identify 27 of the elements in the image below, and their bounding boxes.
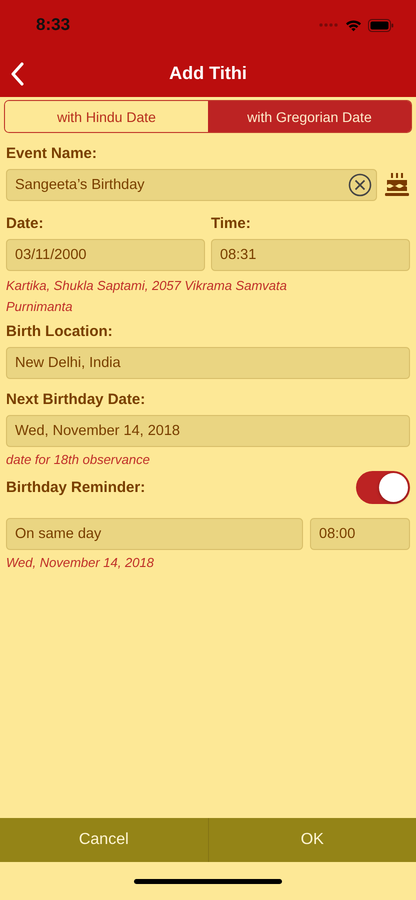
- hindu-date-note: Purnimanta: [6, 298, 74, 316]
- field-label: Birthday Reminder:: [6, 479, 146, 496]
- battery-icon: [368, 18, 394, 32]
- date-field[interactable]: 03/11/2000: [6, 239, 205, 271]
- event-name-field[interactable]: Sangeeta’s Birthday: [6, 169, 377, 201]
- reminder-toggle[interactable]: [356, 471, 410, 504]
- field-label: Birth Location:: [6, 323, 114, 340]
- field-label: Next Birthday Date:: [6, 391, 146, 408]
- reminder-day-field[interactable]: On same day: [6, 518, 303, 550]
- field-label: Time:: [211, 215, 252, 232]
- hindu-date-note: Kartika, Shukla Saptami, 2057 Vikrama Samvata: [6, 277, 288, 295]
- reminder-date-note: Wed, November 14, 2018: [6, 554, 155, 572]
- clear-icon[interactable]: [348, 173, 372, 197]
- wifi-icon: [345, 18, 362, 32]
- back-icon[interactable]: [10, 62, 24, 86]
- screen-title: Add Tithi: [169, 63, 247, 84]
- signal-icon: [319, 22, 339, 28]
- time-field[interactable]: 08:31: [211, 239, 410, 271]
- birth-location-field[interactable]: New Delhi, India: [6, 347, 410, 379]
- next-birthday-field[interactable]: Wed, November 14, 2018: [6, 415, 410, 447]
- cake-icon[interactable]: [384, 172, 410, 198]
- status-time: 8:33: [36, 15, 70, 35]
- field-label: Date:: [6, 215, 45, 232]
- date-mode-tab[interactable]: with Gregorian Date: [208, 101, 411, 132]
- field-label: Event Name:: [6, 145, 98, 162]
- observance-note: date for 18th observance: [6, 451, 151, 469]
- reminder-time-field[interactable]: 08:00: [310, 518, 410, 550]
